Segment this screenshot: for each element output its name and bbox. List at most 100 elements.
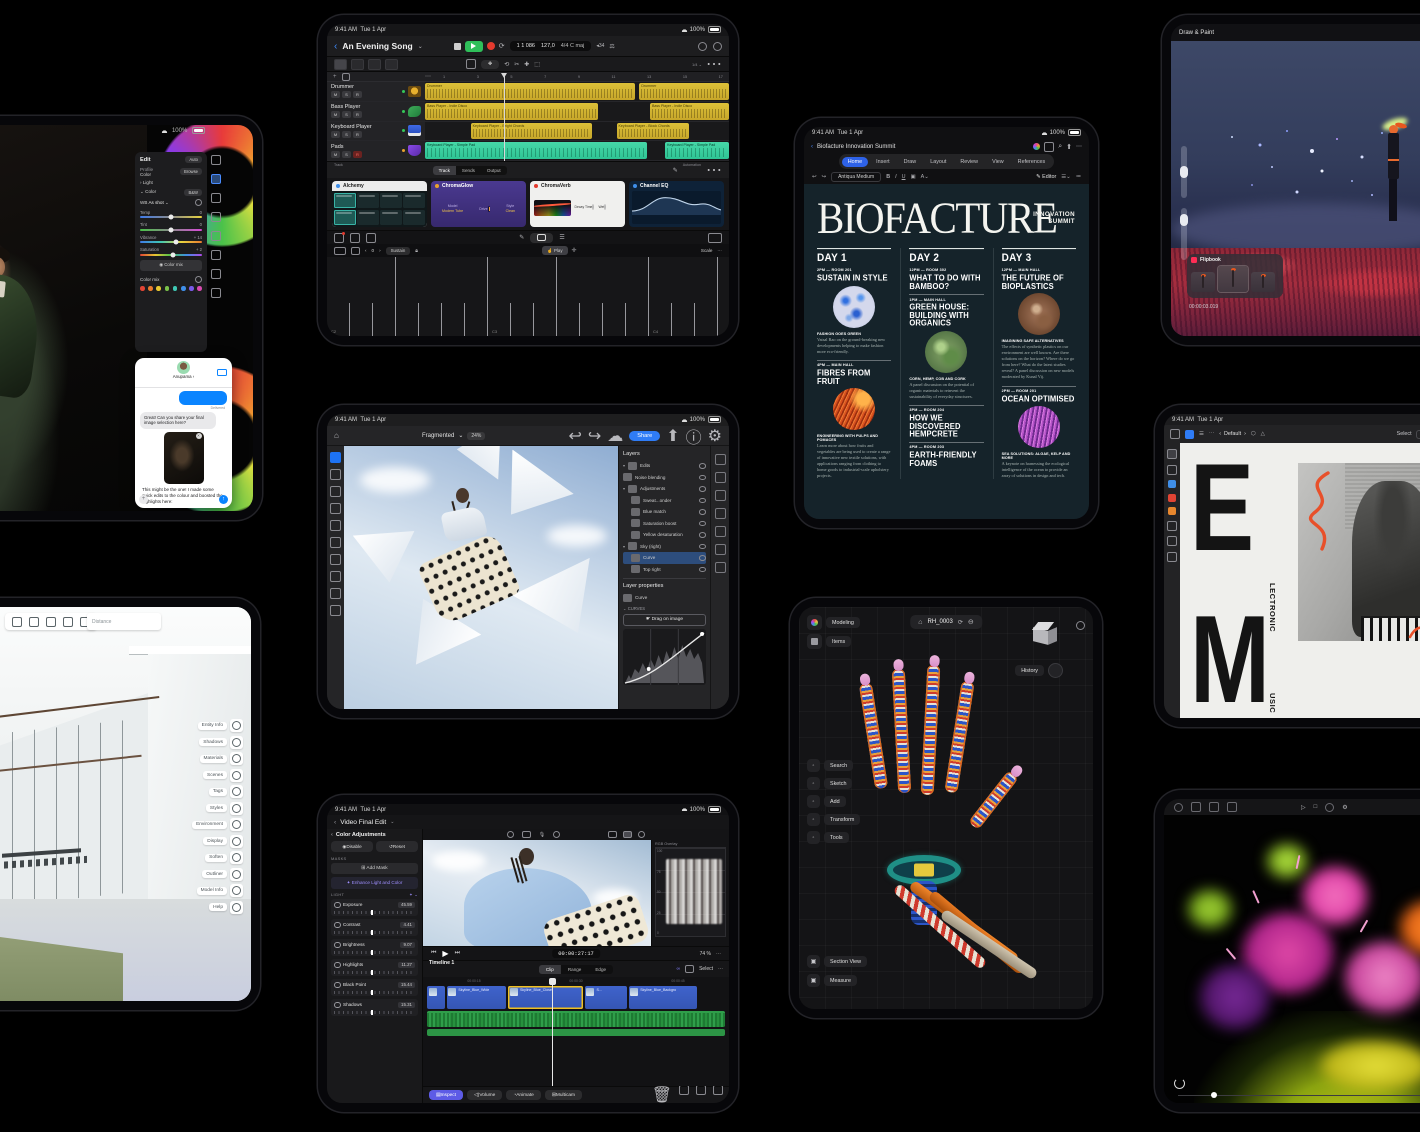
back-chevron-icon[interactable]: ‹ <box>334 41 337 52</box>
list-icon[interactable]: ≔ <box>1076 174 1081 180</box>
auto-button[interactable]: Auto <box>185 156 202 163</box>
timeline-ruler[interactable]: 00:00:1500:00:3000:00:45 <box>423 977 729 985</box>
playhead[interactable] <box>552 985 553 1086</box>
pencil-icon[interactable]: ✎ <box>519 234 524 241</box>
panel-button[interactable]: Materials <box>200 752 243 765</box>
mute-button[interactable]: M <box>331 111 340 118</box>
color-mix-button[interactable]: ◉ Color mix <box>140 260 202 271</box>
adjustment-slider[interactable]: Shadows 15.31 <box>331 999 418 1016</box>
pen-tool[interactable] <box>1168 480 1176 488</box>
visibility-eye-icon[interactable] <box>699 463 706 469</box>
app-title[interactable]: Draw & Paint <box>1179 30 1214 36</box>
copilot-icon[interactable] <box>1033 143 1040 150</box>
slider-knob[interactable] <box>169 227 174 232</box>
contact-name[interactable]: Anupama <box>173 374 192 379</box>
model-value[interactable]: Modern Tube <box>442 209 463 213</box>
hide-keyboard-icon[interactable] <box>708 233 722 243</box>
view-editors-icon[interactable] <box>368 59 381 70</box>
region-keyboard[interactable]: Keyboard Player - Block Chords <box>617 123 690 140</box>
slider-knob[interactable] <box>170 252 175 257</box>
more-icon[interactable]: ⋯ <box>425 73 431 80</box>
canvas[interactable] <box>344 446 618 709</box>
tab-output[interactable]: Output <box>481 166 507 175</box>
fade-icon[interactable]: ✚ <box>524 61 529 68</box>
font-selector[interactable]: Antiqua Medium <box>831 172 881 182</box>
scopes-icon[interactable] <box>623 831 632 838</box>
view-tracks-icon[interactable] <box>334 59 347 70</box>
tab-references[interactable]: References <box>1012 157 1052 167</box>
clip-stub[interactable] <box>427 986 445 1009</box>
bw-button[interactable]: B&W <box>184 189 202 196</box>
plugin-power-icon[interactable] <box>534 184 538 188</box>
plugin-power-icon[interactable] <box>336 184 340 188</box>
slider-value[interactable]: 45.59 <box>398 902 415 908</box>
slider-track[interactable] <box>140 254 202 256</box>
alchemy-pad[interactable] <box>380 210 402 225</box>
facetime-icon[interactable] <box>217 369 227 376</box>
edit-mode-tabs[interactable]: Clip Range Edge <box>539 965 613 974</box>
tool-icon[interactable]: ◦ <box>807 813 820 826</box>
camera-icon[interactable] <box>334 233 344 243</box>
panel-button-icon[interactable] <box>230 785 243 798</box>
move-tool[interactable] <box>330 452 341 463</box>
color-dot-green[interactable] <box>165 286 170 291</box>
decay-knob[interactable] <box>592 204 594 210</box>
playhead[interactable] <box>504 73 505 161</box>
settings-icon[interactable] <box>698 42 707 51</box>
octave-down-button[interactable]: ‹ <box>365 248 367 253</box>
slider-ruler[interactable] <box>334 931 415 934</box>
brush-size-slider[interactable] <box>1181 146 1187 198</box>
tool-icon[interactable]: ◦ <box>807 795 820 808</box>
target-icon[interactable] <box>195 276 202 283</box>
export-icon[interactable]: ⬆ <box>666 426 679 446</box>
slider-value[interactable]: 4.41 <box>400 922 415 928</box>
project-title[interactable]: Video Final Edit <box>340 819 386 826</box>
record-icon[interactable] <box>1174 803 1183 812</box>
audio-unit-icon[interactable] <box>350 233 360 243</box>
more-icon[interactable]: ⋯ <box>1076 143 1082 150</box>
history-icon[interactable] <box>715 562 726 573</box>
track-row-bass[interactable]: Bass Player MSR Bass Player - Indie Disc… <box>327 102 729 122</box>
color-mix-dots[interactable] <box>140 286 202 291</box>
visibility-eye-icon[interactable] <box>699 532 706 538</box>
chevron-down-icon[interactable]: ⌄ <box>390 819 394 825</box>
add-mask-button[interactable]: ⊞ Add Mask <box>331 863 418 874</box>
track-row-drummer[interactable]: Drummer MSR Drummer Drummer <box>327 82 729 102</box>
cycle-icon[interactable]: ⟳ <box>499 42 505 50</box>
layer-row[interactable]: Saturation boost <box>623 518 706 530</box>
move-tool[interactable] <box>1167 449 1177 459</box>
plugin-alchemy[interactable]: Alchemy <box>332 181 427 227</box>
tab-track[interactable]: Track <box>433 166 456 175</box>
lock-icon[interactable]: 🔒︎ <box>415 248 418 254</box>
slider-value[interactable]: 15.31 <box>398 1002 415 1008</box>
collapse-icon[interactable]: ⊖ <box>968 618 974 626</box>
record-enable-button[interactable]: R <box>353 111 362 118</box>
tab-review[interactable]: Review <box>954 157 984 167</box>
add-attachment-button[interactable]: + <box>139 495 148 504</box>
color-dot-teal[interactable] <box>173 286 178 291</box>
layer-row[interactable]: Curve <box>623 552 706 564</box>
alchemy-pad[interactable] <box>403 193 425 208</box>
text-tool[interactable] <box>330 588 341 599</box>
panel-button[interactable]: Environment <box>192 818 243 831</box>
frame-thumbnail-active[interactable] <box>1218 266 1248 292</box>
color-section-row[interactable]: ⌄ Color B&W <box>140 189 202 196</box>
more-icon[interactable]: ⋯ <box>706 160 722 180</box>
adjustment-slider[interactable]: Black Point 15.44 <box>331 979 418 996</box>
region-drummer[interactable]: Drummer <box>425 83 635 100</box>
tool-item[interactable]: ▣ Section View <box>807 955 867 968</box>
items-switcher[interactable]: Items <box>807 634 851 649</box>
mic-icon[interactable]: 🎙︎ <box>539 832 545 838</box>
panel-button[interactable]: Shadows <box>199 736 243 749</box>
visibility-eye-icon[interactable] <box>699 498 706 504</box>
scale-button[interactable]: Scale <box>701 248 713 253</box>
adjustment-icon[interactable] <box>715 472 726 483</box>
undo-icon[interactable]: ↩ <box>568 426 581 446</box>
layer-row[interactable]: Sky (right) <box>623 541 706 553</box>
shape-tool[interactable] <box>330 605 341 616</box>
panel-button-icon[interactable] <box>230 884 243 897</box>
tool-icon[interactable]: ◦ <box>807 777 820 790</box>
view-mixer-icon[interactable] <box>351 59 364 70</box>
flipbook-panel[interactable]: Flipbook <box>1187 254 1283 298</box>
zoom-level[interactable]: 24% <box>467 432 485 440</box>
